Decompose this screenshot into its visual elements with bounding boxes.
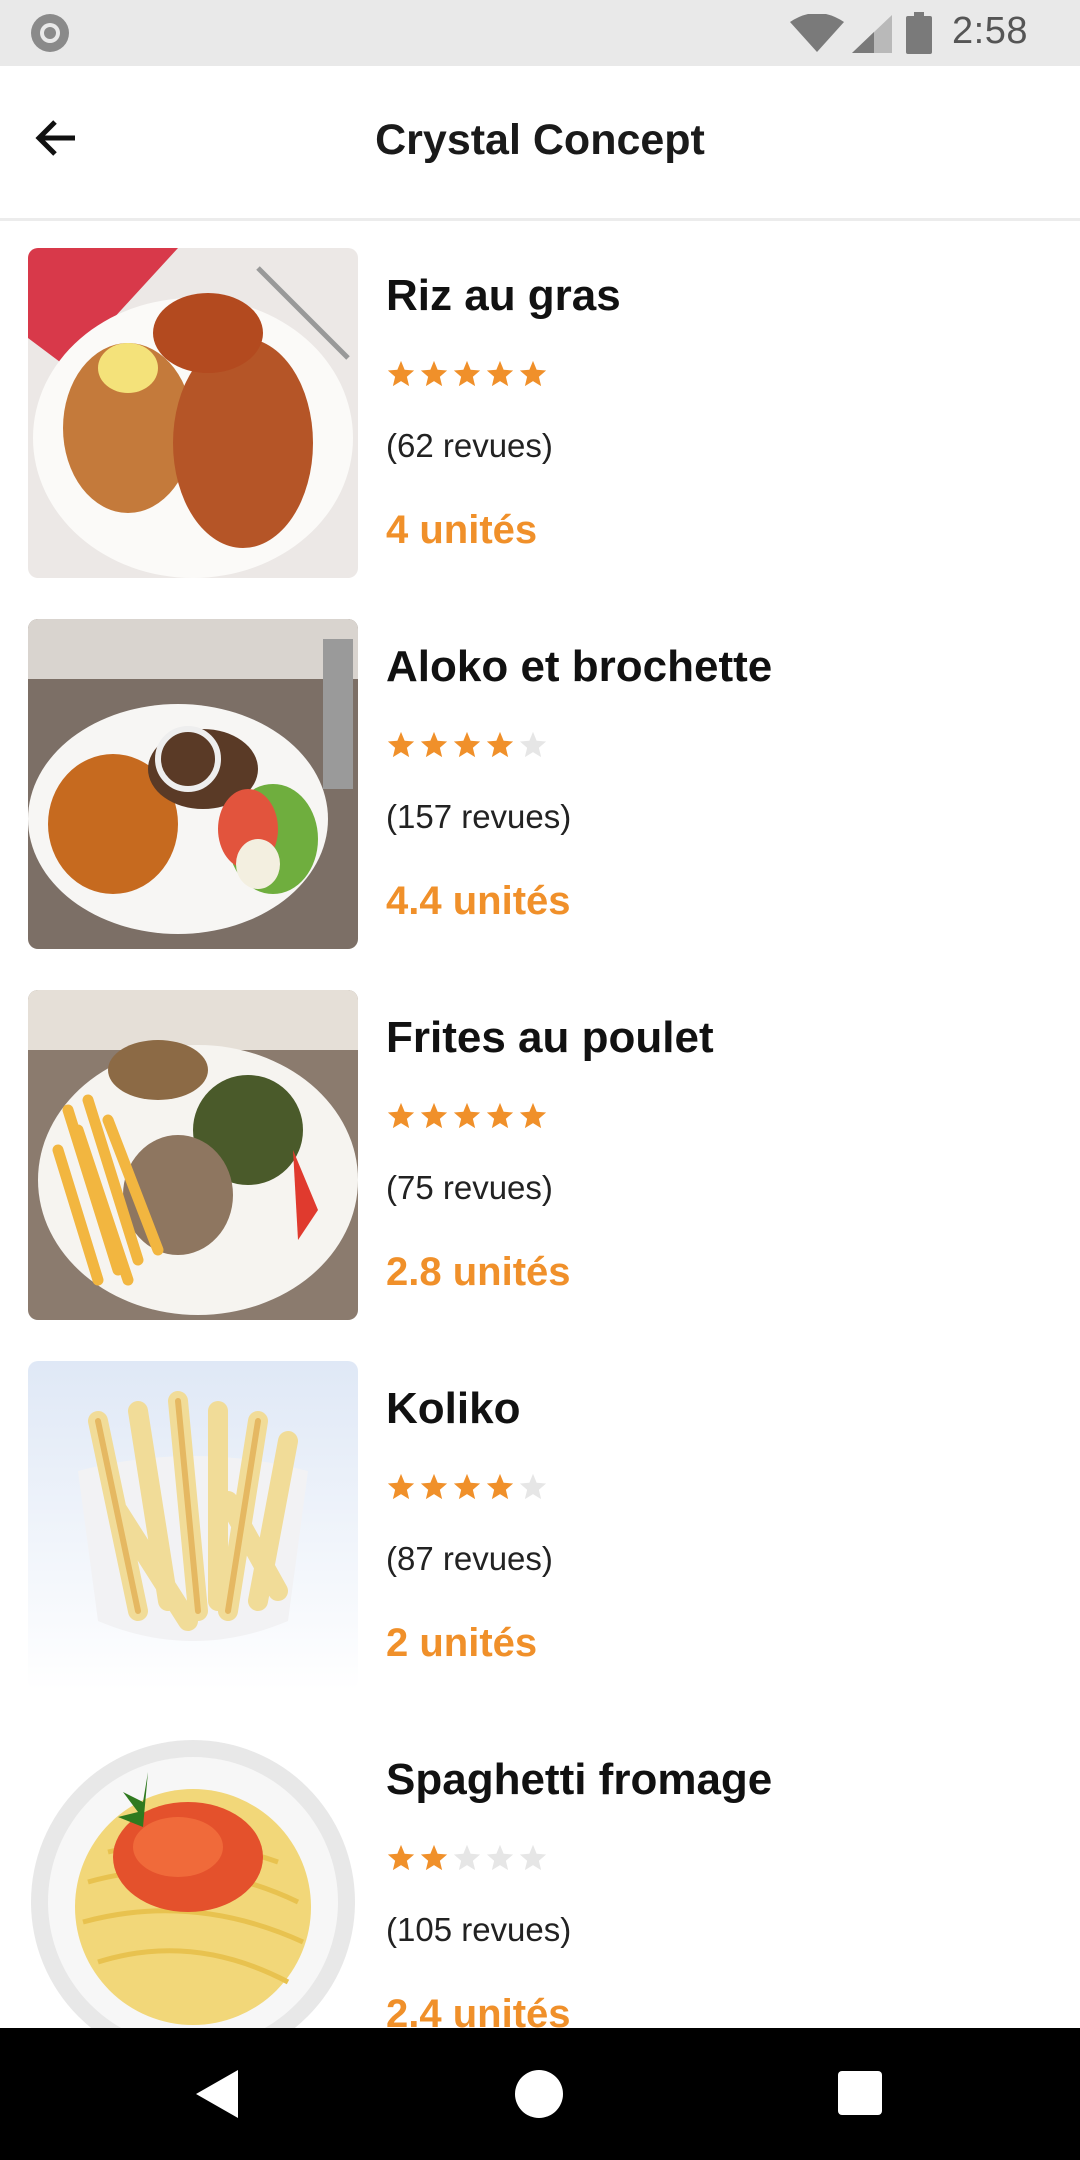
star-filled-icon (486, 1473, 514, 1500)
star-filled-icon (420, 1844, 448, 1871)
star-empty-icon (519, 731, 547, 758)
rating-stars (386, 1472, 548, 1502)
system-nav-bar (0, 2028, 1080, 2160)
star-filled-icon (420, 1102, 448, 1129)
list-item[interactable]: Frites au poulet (75 revues) 2.8 unités (0, 963, 1080, 1334)
star-filled-icon (453, 1102, 481, 1129)
food-list[interactable]: Riz au gras (62 revues) 4 unités Aloko e… (0, 221, 1080, 2028)
sync-icon (31, 14, 69, 52)
status-bar: 2:58 (0, 0, 1080, 66)
star-filled-icon (453, 731, 481, 758)
status-icons: 2:58 (780, 0, 1080, 66)
battery-icon (906, 12, 932, 54)
star-filled-icon (420, 360, 448, 387)
review-count: (87 revues) (386, 1540, 553, 1577)
food-name: Aloko et brochette (386, 642, 773, 691)
food-price: 4.4 unités (386, 879, 571, 923)
wifi-icon (790, 14, 844, 52)
food-name: Koliko (386, 1384, 521, 1433)
star-empty-icon (486, 1844, 514, 1871)
moon-icon (1018, 116, 1040, 160)
rating-stars (386, 1843, 548, 1873)
star-filled-icon (486, 1102, 514, 1129)
page-title: Crystal Concept (375, 116, 705, 164)
star-filled-icon (387, 360, 415, 387)
food-price: 2.4 unités (386, 1992, 571, 2028)
star-filled-icon (420, 731, 448, 758)
food-price: 4 unités (386, 508, 538, 552)
star-filled-icon (486, 731, 514, 758)
star-empty-icon (519, 1844, 547, 1871)
star-filled-icon (387, 1844, 415, 1871)
review-count: (157 revues) (386, 798, 572, 835)
star-empty-icon (519, 1473, 547, 1500)
food-image (28, 248, 358, 578)
rating-stars (386, 1101, 548, 1131)
list-item[interactable]: Spaghetti fromage (105 revues) 2.4 unité… (0, 1705, 1080, 2028)
review-count: (62 revues) (386, 427, 553, 464)
rating-stars (386, 359, 548, 389)
signal-icon (852, 15, 892, 53)
review-count: (75 revues) (386, 1169, 553, 1206)
star-empty-icon (453, 1844, 481, 1871)
star-filled-icon (519, 1102, 547, 1129)
list-item[interactable]: Koliko (87 revues) 2 unités (0, 1334, 1080, 1705)
theme-toggle-button[interactable] (998, 106, 1062, 170)
nav-home-icon[interactable] (515, 2070, 563, 2118)
food-price: 2 unités (386, 1621, 538, 1665)
food-name: Frites au poulet (386, 1013, 714, 1062)
status-time: 2:58 (952, 10, 1028, 52)
food-image (28, 1732, 358, 2028)
food-price: 2.8 unités (386, 1250, 571, 1294)
list-item[interactable]: Riz au gras (62 revues) 4 unités (0, 221, 1080, 592)
food-name: Riz au gras (386, 271, 621, 320)
app-screen: 2:58 Crystal Concept Riz au gras (62 rev… (0, 0, 1080, 2160)
rating-stars (386, 730, 548, 760)
list-item[interactable]: Aloko et brochette (157 revues) 4.4 unit… (0, 592, 1080, 963)
food-image (28, 619, 358, 949)
star-filled-icon (387, 1473, 415, 1500)
nav-back-icon[interactable] (196, 2070, 240, 2118)
star-filled-icon (387, 731, 415, 758)
star-filled-icon (420, 1473, 448, 1500)
star-filled-icon (387, 1102, 415, 1129)
app-bar: Crystal Concept (0, 66, 1080, 221)
nav-recents-icon[interactable] (838, 2071, 882, 2115)
star-filled-icon (453, 1473, 481, 1500)
review-count: (105 revues) (386, 1911, 572, 1948)
food-image (28, 1361, 358, 1691)
food-image (28, 990, 358, 1320)
star-filled-icon (453, 360, 481, 387)
food-name: Spaghetti fromage (386, 1755, 773, 1804)
star-filled-icon (486, 360, 514, 387)
star-filled-icon (519, 360, 547, 387)
